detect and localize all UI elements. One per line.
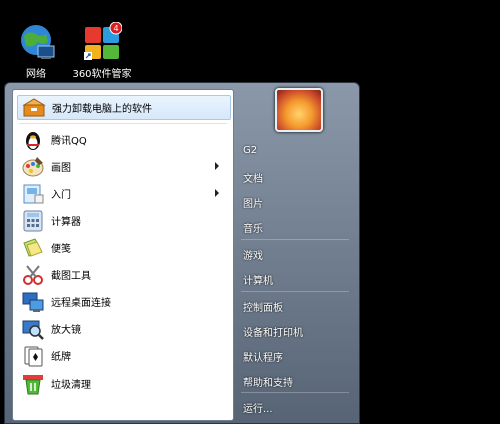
notification-badge: 4	[113, 24, 118, 33]
submenu-arrow-icon	[215, 162, 219, 170]
sticky-notes-icon	[21, 236, 45, 260]
menu-separator	[241, 392, 349, 393]
menu-item-paint[interactable]: 画图	[17, 154, 229, 179]
user-avatar-flower-icon[interactable]	[275, 88, 323, 132]
menu-item-magnifier[interactable]: 放大镜	[17, 316, 229, 341]
menu-item-label: 腾讯QQ	[51, 136, 87, 147]
menu-item-label: 画图	[51, 163, 71, 174]
menu-separator	[241, 239, 349, 240]
menu-item-calculator[interactable]: 计算器	[17, 208, 229, 233]
menu-item-snipping-tool[interactable]: 截图工具	[17, 262, 229, 287]
solitaire-icon	[21, 344, 45, 368]
menu-item-label: 计算器	[51, 217, 81, 228]
right-item-control-panel[interactable]: 控制面板	[243, 299, 283, 314]
cleanup-icon	[21, 372, 45, 396]
menu-item-label: 垃圾清理	[51, 380, 91, 391]
menu-item-cleanup[interactable]: 垃圾清理	[17, 371, 229, 396]
paint-palette-icon	[21, 155, 45, 179]
menu-separator	[19, 123, 227, 124]
remote-desktop-icon	[21, 290, 45, 314]
right-item-documents[interactable]: 文档	[243, 170, 263, 185]
right-item-default-programs[interactable]: 默认程序	[243, 349, 283, 364]
network-globe-icon	[16, 22, 56, 62]
menu-item-label: 截图工具	[51, 271, 91, 282]
magnifier-icon	[21, 317, 45, 341]
menu-item-label: 远程桌面连接	[51, 298, 111, 309]
right-item-user[interactable]: G2	[243, 145, 257, 156]
right-item-devices-printers[interactable]: 设备和打印机	[243, 324, 303, 339]
places-pane: G2 文档 图片 音乐 游戏 计算机 控制面板 设备和打印机 默认程序 帮助和支…	[235, 83, 359, 423]
menu-item-label: 纸牌	[51, 352, 71, 363]
menu-item-remote-desktop[interactable]: 远程桌面连接	[17, 289, 229, 314]
start-menu: 强力卸载电脑上的软件 腾讯QQ 画图 入门 计算器 便笺 截图工具 远程桌面连接…	[4, 82, 360, 424]
programs-pane: 强力卸载电脑上的软件 腾讯QQ 画图 入门 计算器 便笺 截图工具 远程桌面连接…	[12, 89, 234, 421]
qq-penguin-icon	[21, 128, 45, 152]
right-item-computer[interactable]: 计算机	[243, 272, 273, 287]
desktop-icon-label: 360软件管家	[72, 69, 132, 80]
menu-item-uninstaller[interactable]: 强力卸载电脑上的软件	[17, 95, 231, 120]
menu-item-label: 放大镜	[51, 325, 81, 336]
desktop-icon-360[interactable]: 4 360软件管家	[62, 21, 142, 80]
right-item-music[interactable]: 音乐	[243, 220, 263, 235]
right-item-pictures[interactable]: 图片	[243, 195, 263, 210]
menu-separator	[241, 291, 349, 292]
desktop-icon-label: 网络	[26, 69, 46, 80]
menu-item-label: 强力卸载电脑上的软件	[52, 104, 152, 115]
menu-item-label: 入门	[51, 190, 71, 201]
menu-item-label: 便笺	[51, 244, 71, 255]
menu-item-sticky-notes[interactable]: 便笺	[17, 235, 229, 260]
menu-item-qq[interactable]: 腾讯QQ	[17, 127, 229, 152]
uninstaller-icon	[22, 96, 46, 120]
calculator-icon	[21, 209, 45, 233]
menu-item-getting-started[interactable]: 入门	[17, 181, 229, 206]
snipping-tool-icon	[21, 263, 45, 287]
submenu-arrow-icon	[215, 189, 219, 197]
getting-started-icon	[21, 182, 45, 206]
right-item-games[interactable]: 游戏	[243, 247, 263, 262]
360-software-manager-icon: 4	[82, 21, 123, 62]
menu-item-solitaire[interactable]: 纸牌	[17, 343, 229, 368]
right-item-help-support[interactable]: 帮助和支持	[243, 374, 293, 389]
